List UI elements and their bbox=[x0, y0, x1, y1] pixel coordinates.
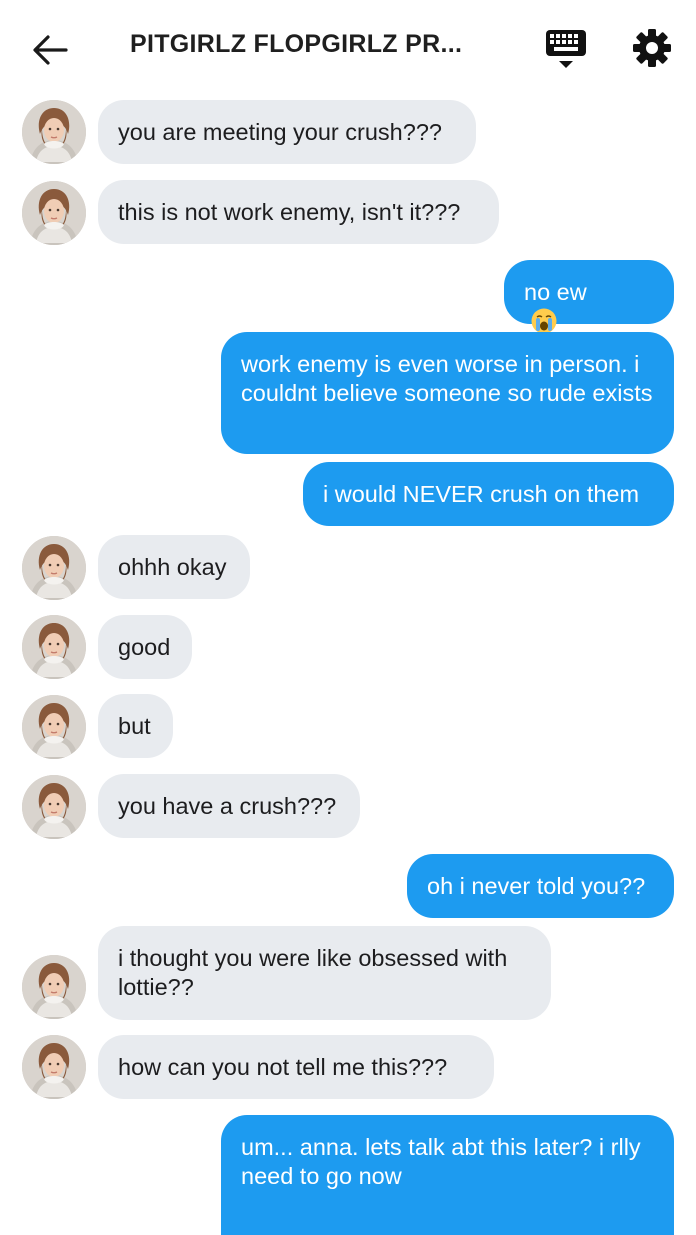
contact-photo bbox=[22, 181, 86, 245]
keyboard-icon bbox=[546, 30, 586, 68]
loudly-crying-face-emoji bbox=[530, 307, 558, 335]
message-outgoing[interactable]: work enemy is even worse in person. i co… bbox=[221, 332, 674, 454]
message-text: this is not work enemy, isn't it??? bbox=[118, 199, 461, 225]
message-incoming[interactable]: ohhh okay bbox=[98, 535, 250, 599]
contact-photo bbox=[22, 775, 86, 839]
message-incoming[interactable]: this is not work enemy, isn't it??? bbox=[98, 180, 499, 244]
message-text: work enemy is even worse in person. i co… bbox=[241, 351, 653, 406]
avatar[interactable] bbox=[22, 695, 86, 759]
avatar[interactable] bbox=[22, 1035, 86, 1099]
settings-button[interactable] bbox=[628, 24, 676, 72]
message-text: i thought you were like obsessed with lo… bbox=[118, 945, 508, 1000]
back-button[interactable] bbox=[26, 26, 74, 74]
gear-icon bbox=[633, 29, 671, 67]
avatar[interactable] bbox=[22, 181, 86, 245]
message-text: ohhh okay bbox=[118, 554, 227, 580]
arrow-left-icon bbox=[33, 35, 68, 65]
contact-photo bbox=[22, 955, 86, 1019]
conversation-title: PITGIRLZ FLOPGIRLZ PR... bbox=[130, 30, 463, 58]
message-text: no ew bbox=[524, 279, 587, 305]
message-incoming[interactable]: you are meeting your crush??? bbox=[98, 100, 476, 164]
message-text: but bbox=[118, 713, 151, 739]
contact-photo bbox=[22, 1035, 86, 1099]
avatar[interactable] bbox=[22, 536, 86, 600]
message-incoming[interactable]: how can you not tell me this??? bbox=[98, 1035, 494, 1099]
avatar[interactable] bbox=[22, 955, 86, 1019]
message-text: good bbox=[118, 634, 171, 660]
message-outgoing[interactable]: i would NEVER crush on them bbox=[303, 462, 674, 526]
avatar[interactable] bbox=[22, 775, 86, 839]
message-text: how can you not tell me this??? bbox=[118, 1054, 448, 1080]
message-incoming[interactable]: you have a crush??? bbox=[98, 774, 360, 838]
contact-photo bbox=[22, 100, 86, 164]
message-incoming[interactable]: good bbox=[98, 615, 192, 679]
contact-photo bbox=[22, 695, 86, 759]
contact-photo bbox=[22, 536, 86, 600]
message-text: you are meeting your crush??? bbox=[118, 119, 442, 145]
message-text: i would NEVER crush on them bbox=[323, 481, 640, 507]
message-incoming[interactable]: i thought you were like obsessed with lo… bbox=[98, 926, 551, 1020]
contact-photo bbox=[22, 615, 86, 679]
avatar[interactable] bbox=[22, 100, 86, 164]
message-outgoing[interactable]: no ew bbox=[504, 260, 674, 324]
message-outgoing[interactable]: oh i never told you?? bbox=[407, 854, 674, 918]
message-text: um... anna. lets talk abt this later? i … bbox=[241, 1134, 641, 1189]
message-text: you have a crush??? bbox=[118, 793, 337, 819]
avatar[interactable] bbox=[22, 615, 86, 679]
message-incoming[interactable]: but bbox=[98, 694, 173, 758]
message-text: oh i never told you?? bbox=[427, 873, 646, 899]
chat-header: PITGIRLZ FLOPGIRLZ PR... bbox=[0, 0, 696, 96]
message-outgoing[interactable]: um... anna. lets talk abt this later? i … bbox=[221, 1115, 674, 1235]
keyboard-button[interactable] bbox=[540, 26, 592, 74]
